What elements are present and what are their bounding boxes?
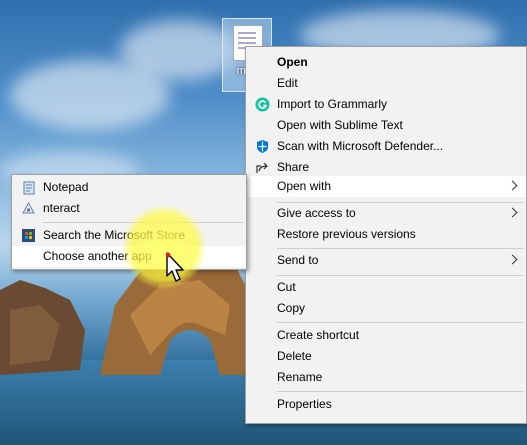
- chevron-right-icon: [507, 254, 518, 265]
- menu-item-import-grammarly[interactable]: Import to Grammarly: [246, 94, 526, 115]
- menu-item-delete[interactable]: Delete: [246, 346, 526, 367]
- menu-item-restore-versions[interactable]: Restore previous versions: [246, 224, 526, 245]
- menu-item-send-to[interactable]: Send to: [246, 250, 526, 271]
- menu-item-give-access[interactable]: Give access to: [246, 203, 526, 224]
- menu-item-create-shortcut[interactable]: Create shortcut: [246, 325, 526, 346]
- left-rock: [0, 280, 85, 375]
- menu-item-cut[interactable]: Cut: [246, 277, 526, 298]
- menu-item-label: Edit: [277, 76, 298, 90]
- menu-item-label: Import to Grammarly: [277, 97, 388, 111]
- menu-item-label: Delete: [277, 349, 312, 363]
- menu-item-rename[interactable]: Rename: [246, 367, 526, 388]
- submenu-item-nteract[interactable]: nteract: [12, 198, 246, 219]
- microsoft-store-icon: [22, 229, 35, 242]
- menu-item-label: Open with Sublime Text: [277, 118, 403, 132]
- menu-item-label: Restore previous versions: [277, 227, 416, 241]
- menu-separator: [277, 322, 524, 323]
- submenu-item-notepad[interactable]: Notepad: [12, 177, 246, 198]
- menu-item-label: Scan with Microsoft Defender...: [277, 139, 444, 153]
- chevron-right-icon: [507, 180, 518, 191]
- menu-separator: [277, 275, 524, 276]
- menu-item-open-sublime[interactable]: Open with Sublime Text: [246, 115, 526, 136]
- menu-separator: [277, 391, 524, 392]
- mouse-pointer-icon: [166, 252, 184, 282]
- nteract-icon: [22, 201, 35, 214]
- notepad-icon: [23, 181, 35, 195]
- defender-shield-icon: [257, 140, 268, 153]
- menu-item-edit[interactable]: Edit: [246, 73, 526, 94]
- menu-item-open[interactable]: Open: [246, 52, 526, 73]
- menu-item-open-with[interactable]: Open with: [246, 176, 526, 197]
- menu-item-label: Open: [277, 55, 308, 69]
- submenu-item-label: nteract: [43, 201, 80, 215]
- chevron-right-icon: [507, 207, 518, 218]
- share-icon: [256, 162, 268, 173]
- menu-item-properties[interactable]: Properties: [246, 394, 526, 415]
- menu-item-label: Give access to: [277, 206, 356, 220]
- cursor-highlight: [122, 205, 206, 289]
- submenu-item-label: Notepad: [43, 180, 89, 194]
- menu-separator: [277, 248, 524, 249]
- menu-item-label: Rename: [277, 370, 323, 384]
- context-menu: Open Edit Import to Grammarly Open with …: [245, 46, 527, 424]
- menu-item-label: Properties: [277, 397, 332, 411]
- menu-item-scan-defender[interactable]: Scan with Microsoft Defender...: [246, 136, 526, 157]
- menu-item-share[interactable]: Share: [246, 157, 526, 178]
- menu-item-label: Open with: [277, 179, 332, 193]
- menu-item-label: Create shortcut: [277, 328, 360, 342]
- menu-item-copy[interactable]: Copy: [246, 298, 526, 319]
- menu-item-label: Copy: [277, 301, 306, 315]
- menu-item-label: Cut: [277, 280, 296, 294]
- menu-item-label: Share: [277, 160, 310, 174]
- grammarly-icon: [255, 97, 270, 112]
- menu-item-label: Send to: [277, 253, 319, 267]
